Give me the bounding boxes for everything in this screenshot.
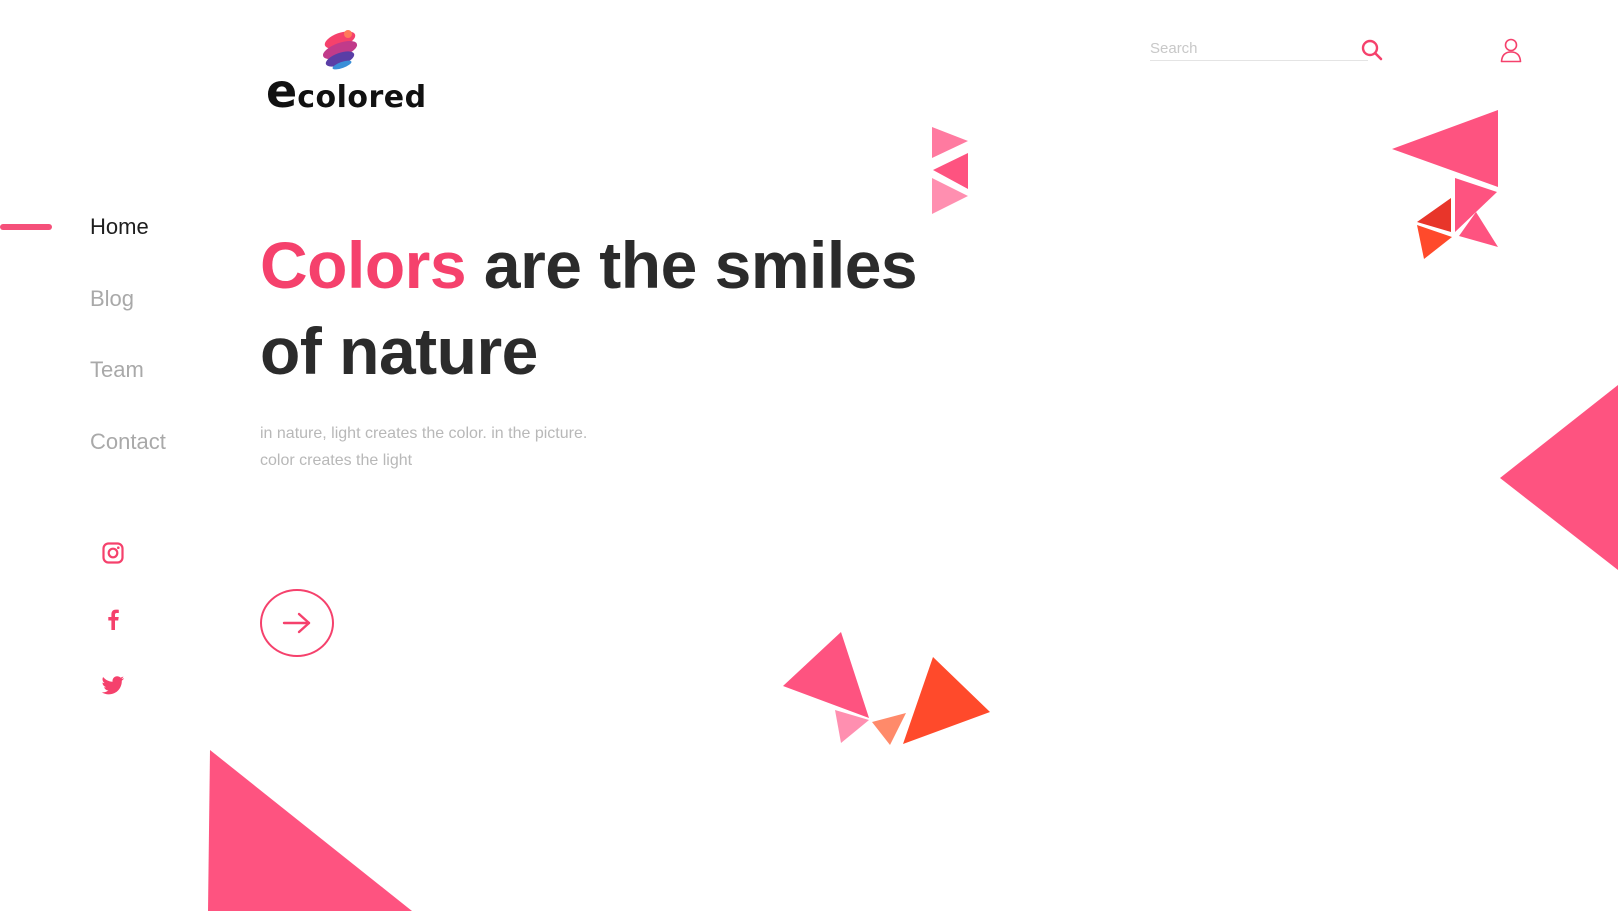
instagram-icon[interactable] [101, 541, 125, 565]
search-bar [1150, 36, 1385, 62]
brand-logo[interactable]: ecolored [266, 28, 436, 118]
hero-subtitle: in nature, light creates the color. in t… [260, 420, 660, 474]
triangle-decoration [208, 750, 412, 911]
triangle-decoration [1417, 225, 1452, 259]
triangle-decoration [1417, 198, 1451, 232]
hero-title: Colors are the smiles of nature [260, 222, 940, 394]
search-input[interactable] [1150, 36, 1368, 61]
facebook-icon[interactable] [101, 607, 125, 631]
logo-initial: e [266, 64, 298, 118]
nav-item-contact[interactable]: Contact [90, 429, 166, 455]
nav-item-team[interactable]: Team [90, 357, 144, 383]
triangle-decoration [872, 713, 906, 745]
logo-rest: colored [297, 80, 427, 115]
triangle-decoration [783, 632, 869, 718]
triangle-decoration [835, 710, 869, 743]
triangle-decoration [1455, 178, 1497, 232]
triangle-decoration [903, 657, 990, 744]
search-icon[interactable] [1360, 38, 1384, 62]
twitter-icon[interactable] [101, 674, 125, 698]
arrow-right-icon [282, 612, 311, 634]
triangle-decoration [932, 127, 968, 158]
triangle-decoration [1392, 110, 1498, 187]
next-arrow-button[interactable] [260, 589, 334, 657]
user-icon[interactable] [1499, 37, 1523, 63]
hero-subtitle-line1: in nature, light creates the color. in t… [260, 425, 588, 442]
hero-subtitle-line2: color creates the light [260, 452, 413, 469]
nav-active-indicator [0, 224, 52, 230]
decorative-triangles [208, 110, 1618, 911]
triangle-decoration [1500, 385, 1618, 570]
nav-item-blog[interactable]: Blog [90, 286, 134, 312]
hero-title-accent: Colors [260, 228, 467, 302]
triangle-decoration [932, 178, 968, 214]
logo-wordmark: ecolored [266, 68, 427, 115]
logo-swirl-icon [322, 30, 358, 70]
triangle-decoration [1459, 212, 1498, 247]
nav-item-home[interactable]: Home [90, 214, 149, 240]
triangle-decoration [933, 153, 968, 189]
